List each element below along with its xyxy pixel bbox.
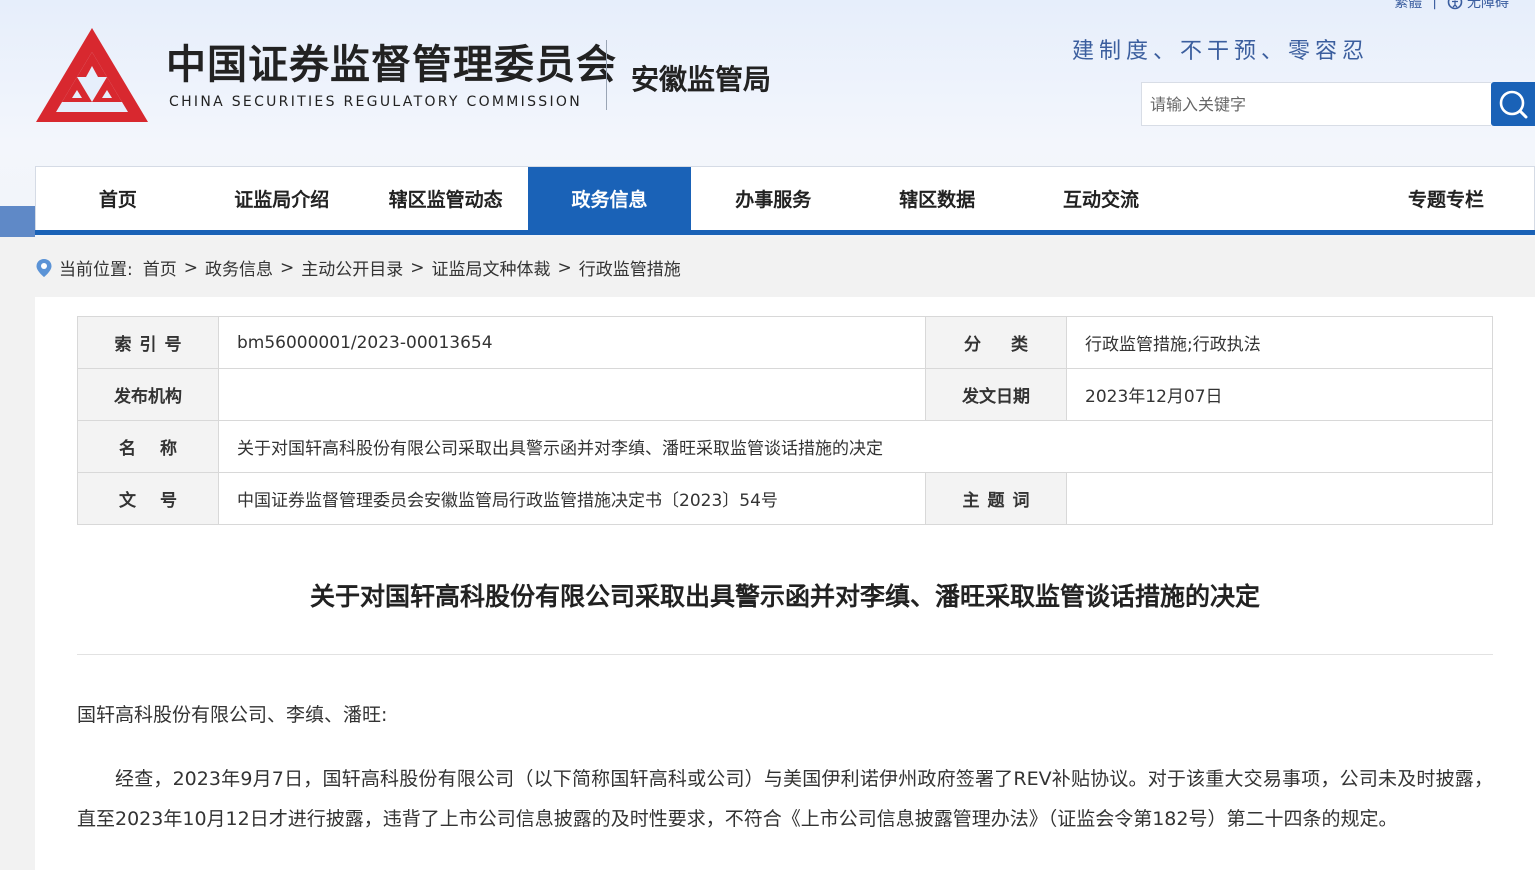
header-divider bbox=[606, 40, 607, 110]
breadcrumb-separator: > bbox=[410, 257, 425, 278]
nav-item-regional-data[interactable]: 辖区数据 bbox=[855, 167, 1019, 230]
breadcrumb-item-admin-measures[interactable]: 行政监管措施 bbox=[579, 255, 681, 280]
search-box bbox=[1141, 82, 1535, 126]
top-links-separator: | bbox=[1432, 0, 1437, 10]
top-links: 繁體 | 无障碍 bbox=[1394, 0, 1509, 12]
location-pin-icon bbox=[35, 258, 53, 278]
breadcrumb-separator: > bbox=[183, 257, 198, 278]
meta-value-category: 行政监管措施;行政执法 bbox=[1066, 316, 1493, 369]
meta-row: 索引号 bm56000001/2023-00013654 分类 行政监管措施;行… bbox=[77, 316, 1493, 369]
nav-item-special-topics[interactable]: 专题专栏 bbox=[1183, 167, 1534, 230]
breadcrumb-separator: > bbox=[279, 257, 295, 278]
search-icon bbox=[1499, 90, 1528, 119]
article-addressee: 国轩高科股份有限公司、李缜、潘旺: bbox=[77, 704, 388, 726]
main-nav: 首页 证监局介绍 辖区监管动态 政务信息 办事服务 辖区数据 互动交流 专题专栏 bbox=[35, 166, 1535, 230]
meta-value-name: 关于对国轩高科股份有限公司采取出具警示函并对李缜、潘旺采取监管谈话措施的决定 bbox=[218, 420, 1493, 473]
nav-item-government-info[interactable]: 政务信息 bbox=[527, 167, 692, 230]
meta-key-index: 索引号 bbox=[77, 316, 219, 369]
content-panel: 索引号 bm56000001/2023-00013654 分类 行政监管措施;行… bbox=[35, 297, 1535, 870]
breadcrumb-item-doc-types[interactable]: 证监局文种体裁 bbox=[431, 255, 550, 280]
meta-value-date: 2023年12月07日 bbox=[1066, 368, 1493, 421]
meta-key-publisher: 发布机构 bbox=[77, 368, 219, 421]
meta-row: 发布机构 发文日期 2023年12月07日 bbox=[77, 368, 1493, 421]
traditional-chinese-link[interactable]: 繁體 bbox=[1394, 0, 1422, 12]
article-paragraph: 经查，2023年9月7日，国轩高科股份有限公司（以下简称国轩高科或公司）与美国伊… bbox=[77, 768, 1493, 830]
nav-item-interaction[interactable]: 互动交流 bbox=[1019, 167, 1183, 230]
meta-key-name: 名称 bbox=[77, 420, 219, 473]
meta-value-subject bbox=[1066, 472, 1493, 525]
org-name-en: CHINA SECURITIES REGULATORY COMMISSION bbox=[169, 94, 582, 110]
search-button[interactable] bbox=[1491, 82, 1535, 126]
meta-key-category: 分类 bbox=[925, 316, 1067, 369]
breadcrumb-item-government-info[interactable]: 政务信息 bbox=[205, 255, 273, 280]
breadcrumb-separator: > bbox=[557, 257, 572, 278]
meta-key-docno: 文号 bbox=[77, 472, 219, 525]
nav-underline bbox=[35, 230, 1535, 235]
accessibility-label: 无障碍 bbox=[1467, 0, 1509, 11]
csrc-logo-icon[interactable] bbox=[34, 26, 150, 126]
breadcrumb-item-home[interactable]: 首页 bbox=[143, 255, 177, 280]
nav-item-home[interactable]: 首页 bbox=[36, 167, 200, 230]
nav-item-services[interactable]: 办事服务 bbox=[691, 167, 855, 230]
accessibility-icon bbox=[1447, 0, 1463, 10]
breadcrumb-prefix: 当前位置: bbox=[59, 260, 133, 280]
meta-value-publisher bbox=[218, 368, 926, 421]
bureau-name: 安徽监管局 bbox=[631, 63, 772, 96]
meta-row: 名称 关于对国轩高科股份有限公司采取出具警示函并对李缜、潘旺采取监管谈话措施的决… bbox=[77, 420, 1493, 473]
breadcrumb: 当前位置: 首页 > 政务信息 > 主动公开目录 > 证监局文种体裁 > 行政监… bbox=[35, 255, 681, 280]
article-title: 关于对国轩高科股份有限公司采取出具警示函并对李缜、潘旺采取监管谈话措施的决定 bbox=[309, 582, 1260, 611]
search-input[interactable] bbox=[1141, 82, 1491, 126]
meta-key-subject: 主题词 bbox=[925, 472, 1067, 525]
org-name-cn: 中国证券监督管理委员会 bbox=[166, 42, 617, 88]
meta-row: 文号 中国证券监督管理委员会安徽监管局行政监管措施决定书〔2023〕54号 主题… bbox=[77, 472, 1493, 525]
document-meta-table: 索引号 bm56000001/2023-00013654 分类 行政监管措施;行… bbox=[77, 316, 1493, 525]
title-divider bbox=[77, 654, 1493, 655]
meta-value-index: bm56000001/2023-00013654 bbox=[218, 316, 926, 369]
nav-left-accent bbox=[0, 206, 35, 237]
meta-key-date: 发文日期 bbox=[925, 368, 1067, 421]
breadcrumb-item-public-catalog[interactable]: 主动公开目录 bbox=[301, 255, 403, 280]
accessibility-link[interactable]: 无障碍 bbox=[1447, 0, 1509, 12]
nav-item-bureau-intro[interactable]: 证监局介绍 bbox=[200, 167, 364, 230]
slogan: 建制度、不干预、零容忍 bbox=[1072, 39, 1370, 64]
meta-value-docno: 中国证券监督管理委员会安徽监管局行政监管措施决定书〔2023〕54号 bbox=[218, 472, 926, 525]
nav-item-regional-news[interactable]: 辖区监管动态 bbox=[364, 167, 528, 230]
